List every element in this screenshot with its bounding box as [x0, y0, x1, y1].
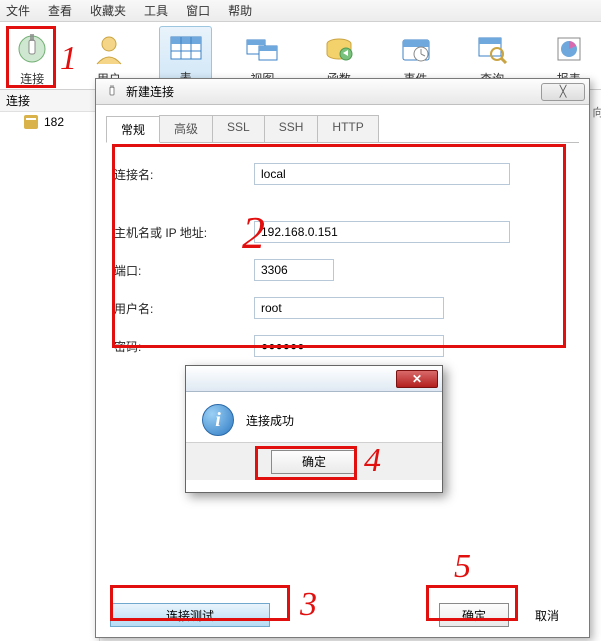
menu-bar: 文件 查看 收藏夹 工具 窗口 帮助	[0, 0, 601, 22]
new-connection-dialog: 新建连接 ╳ 常规 高级 SSL SSH HTTP 连接名: 主机名或 IP 地…	[95, 78, 590, 638]
msgbox-close-button[interactable]: ✕	[396, 370, 438, 388]
tab-ssl[interactable]: SSL	[212, 115, 265, 142]
sidebar-header: 连接	[0, 90, 99, 112]
dialog-close-button[interactable]: ╳	[541, 83, 585, 101]
menu-tools[interactable]: 工具	[144, 2, 168, 19]
msgbox-ok-button[interactable]: 确定	[271, 450, 357, 474]
label-port: 端口:	[114, 262, 254, 279]
tab-general[interactable]: 常规	[106, 116, 160, 143]
table-icon	[166, 29, 206, 67]
toolbar-connect[interactable]: 连接	[6, 30, 59, 87]
menu-window[interactable]: 窗口	[186, 2, 210, 19]
right-edge-text: 向	[595, 104, 601, 120]
plug-icon	[12, 30, 52, 68]
input-port[interactable]	[254, 259, 334, 281]
plug-small-icon	[104, 84, 120, 100]
query-icon	[472, 30, 512, 68]
menu-help[interactable]: 帮助	[228, 2, 252, 19]
sidebar-item-label: 182	[44, 115, 64, 129]
dialog-tabs: 常规 高级 SSL SSH HTTP	[106, 115, 579, 143]
database-icon	[24, 115, 38, 129]
menu-view[interactable]: 查看	[48, 2, 72, 19]
button-ok[interactable]: 确定	[439, 603, 509, 627]
tab-http[interactable]: HTTP	[317, 115, 378, 142]
report-icon	[549, 30, 589, 68]
label-connection-name: 连接名:	[114, 166, 254, 183]
dialog-title: 新建连接	[126, 83, 541, 100]
dialog-button-row: 连接测试 确定 取消	[96, 603, 589, 627]
msgbox-text: 连接成功	[246, 412, 294, 429]
input-user[interactable]	[254, 297, 444, 319]
toolbar-connect-label: 连接	[20, 70, 44, 87]
label-password: 密码:	[114, 338, 254, 355]
view-icon	[242, 30, 282, 68]
input-password[interactable]	[254, 335, 444, 357]
tab-advanced[interactable]: 高级	[159, 115, 213, 142]
connection-form: 连接名: 主机名或 IP 地址: 端口: 用户名: 密码: 保存密码	[96, 143, 589, 402]
button-test-connection[interactable]: 连接测试	[110, 603, 270, 627]
sidebar: 连接 182	[0, 90, 100, 641]
info-icon: i	[202, 404, 234, 436]
input-connection-name[interactable]	[254, 163, 510, 185]
dialog-titlebar: 新建连接 ╳	[96, 79, 589, 105]
msgbox-titlebar: ✕	[186, 366, 442, 392]
sidebar-item-182[interactable]: 182	[0, 112, 99, 132]
input-host[interactable]	[254, 221, 510, 243]
event-icon	[396, 30, 436, 68]
label-host: 主机名或 IP 地址:	[114, 224, 254, 241]
user-icon	[89, 30, 129, 68]
function-icon	[319, 30, 359, 68]
tab-ssh[interactable]: SSH	[264, 115, 319, 142]
label-user: 用户名:	[114, 300, 254, 317]
message-box: ✕ i 连接成功 确定	[185, 365, 443, 493]
menu-favorites[interactable]: 收藏夹	[90, 2, 126, 19]
button-cancel[interactable]: 取消	[519, 603, 575, 627]
menu-file[interactable]: 文件	[6, 2, 30, 19]
